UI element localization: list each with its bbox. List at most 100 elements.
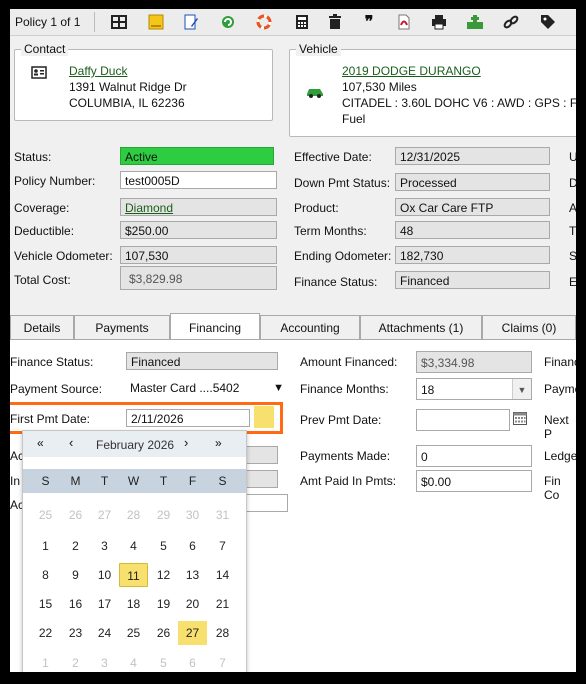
add-money-icon[interactable] <box>465 12 485 32</box>
coverage-link[interactable]: Diamond <box>120 198 277 216</box>
finance-status-label: Finance Status: <box>294 275 378 289</box>
calendar-day[interactable]: 18 <box>119 592 148 616</box>
print-icon[interactable] <box>429 12 449 32</box>
finance-months-value: 18 <box>421 383 435 397</box>
finance-months-select[interactable]: 18 ▼ <box>416 378 532 400</box>
chevron-down-icon[interactable]: ▼ <box>273 379 284 397</box>
next-month-button[interactable]: › <box>184 435 188 450</box>
chevron-down-icon[interactable]: ▼ <box>512 379 531 399</box>
vehicle-description-cont: Fuel <box>342 112 366 126</box>
grid-icon[interactable] <box>109 12 129 32</box>
payments-made-field[interactable]: 0 <box>416 445 532 467</box>
lifebuoy-icon[interactable] <box>254 12 274 32</box>
quote-icon[interactable]: ❞ <box>359 12 379 32</box>
weekday-thu: T <box>159 474 168 488</box>
prev-month-button[interactable]: ‹ <box>69 435 73 450</box>
tab-details[interactable]: Details <box>10 315 74 339</box>
right-label-3: A <box>569 201 576 215</box>
calendar-day[interactable]: 14 <box>208 563 237 587</box>
tab-claims[interactable]: Claims (0) <box>482 315 576 339</box>
amt-paid-field[interactable]: $0.00 <box>416 470 532 492</box>
tab-attachments[interactable]: Attachments (1) <box>360 315 482 339</box>
calendar-day[interactable]: 8 <box>31 563 60 587</box>
calculator-icon[interactable] <box>292 12 312 32</box>
calendar-day[interactable]: 1 <box>31 651 60 672</box>
vehicle-title-link[interactable]: 2019 DODGE DURANGO <box>342 64 481 78</box>
vehicle-miles: 107,530 Miles <box>342 80 417 94</box>
total-cost-field: $3,829.98 <box>120 266 277 290</box>
calendar-icon[interactable] <box>513 412 527 428</box>
prev-year-button[interactable]: « <box>37 436 44 450</box>
calendar-day[interactable]: 6 <box>178 651 207 672</box>
trash-icon[interactable] <box>325 12 345 32</box>
right-label-2: D <box>569 176 576 190</box>
calendar-day[interactable]: 3 <box>90 651 119 672</box>
tab-payments[interactable]: Payments <box>74 315 170 339</box>
right-fin-label-1: Financ <box>544 355 576 369</box>
right-fin-label-4: Ledge <box>544 449 576 463</box>
calendar-day[interactable]: 7 <box>208 534 237 558</box>
refresh-icon[interactable] <box>218 12 238 32</box>
calendar-day[interactable]: 5 <box>149 534 178 558</box>
calendar-day[interactable]: 10 <box>90 563 119 587</box>
right-label-6: E <box>569 275 576 289</box>
calendar-day[interactable]: 5 <box>149 651 178 672</box>
link-icon[interactable] <box>501 12 521 32</box>
calendar-day[interactable]: 12 <box>149 563 178 587</box>
payments-made-label: Payments Made: <box>300 449 391 463</box>
payment-source-select[interactable]: Master Card ....5402 ▼ <box>126 379 286 397</box>
calendar-day[interactable]: 9 <box>61 563 90 587</box>
edit-document-icon[interactable] <box>181 12 201 32</box>
vehicle-legend: Vehicle <box>296 42 341 56</box>
toolbar: Policy 1 of 1 ❞ <box>10 9 576 36</box>
calendar-day[interactable]: 15 <box>31 592 60 616</box>
calendar-day[interactable]: 6 <box>178 534 207 558</box>
tab-accounting[interactable]: Accounting <box>260 315 360 339</box>
calendar-day[interactable]: 23 <box>61 621 90 645</box>
calendar-day[interactable]: 29 <box>149 503 178 527</box>
calendar-day-highlighted[interactable]: 27 <box>178 621 207 645</box>
calendar-day[interactable]: 28 <box>119 503 148 527</box>
calendar-month-title[interactable]: February 2026 <box>96 438 174 452</box>
product-field: Ox Car Care FTP <box>395 198 550 216</box>
calendar-day[interactable]: 22 <box>31 621 60 645</box>
hidden-field-3[interactable] <box>242 494 288 512</box>
calendar-day[interactable]: 25 <box>31 503 60 527</box>
payment-source-label: Payment Source: <box>10 382 103 396</box>
prev-pmt-date-field[interactable] <box>416 409 510 431</box>
calendar-day[interactable]: 26 <box>61 503 90 527</box>
tag-icon[interactable] <box>538 12 558 32</box>
calendar-day[interactable]: 2 <box>61 651 90 672</box>
calendar-day[interactable]: 31 <box>208 503 237 527</box>
calendar-day[interactable]: 20 <box>178 592 207 616</box>
calendar-day[interactable]: 30 <box>178 503 207 527</box>
calendar-day[interactable]: 28 <box>208 621 237 645</box>
calendar-day[interactable]: 24 <box>90 621 119 645</box>
calendar-day[interactable]: 4 <box>119 534 148 558</box>
tab-financing[interactable]: Financing <box>170 313 260 339</box>
note-icon[interactable] <box>146 12 166 32</box>
term-months-field: 48 <box>395 221 550 239</box>
calendar-day[interactable]: 13 <box>178 563 207 587</box>
calendar-day[interactable]: 26 <box>149 621 178 645</box>
calendar-day[interactable]: 4 <box>119 651 148 672</box>
effective-date-field: 12/31/2025 <box>395 147 550 165</box>
pdf-icon[interactable] <box>394 12 414 32</box>
next-year-button[interactable]: » <box>215 436 222 450</box>
contact-name-link[interactable]: Daffy Duck <box>69 64 127 78</box>
vehicle-odometer-label: Vehicle Odometer: <box>14 249 113 263</box>
calendar-day[interactable]: 25 <box>119 621 148 645</box>
calendar-day[interactable]: 21 <box>208 592 237 616</box>
calendar-day[interactable]: 16 <box>61 592 90 616</box>
calendar-day-selected[interactable]: 11 <box>119 563 148 587</box>
coverage-label: Coverage: <box>14 201 70 215</box>
calendar-day[interactable]: 7 <box>208 651 237 672</box>
calendar-day[interactable]: 19 <box>149 592 178 616</box>
calendar-day[interactable]: 17 <box>90 592 119 616</box>
calendar-day[interactable]: 27 <box>90 503 119 527</box>
calendar-day[interactable]: 2 <box>61 534 90 558</box>
calendar-day[interactable]: 1 <box>31 534 60 558</box>
policy-number-field[interactable]: test0005D <box>120 171 277 189</box>
calendar-day[interactable]: 3 <box>90 534 119 558</box>
amount-financed-label: Amount Financed: <box>300 355 398 369</box>
